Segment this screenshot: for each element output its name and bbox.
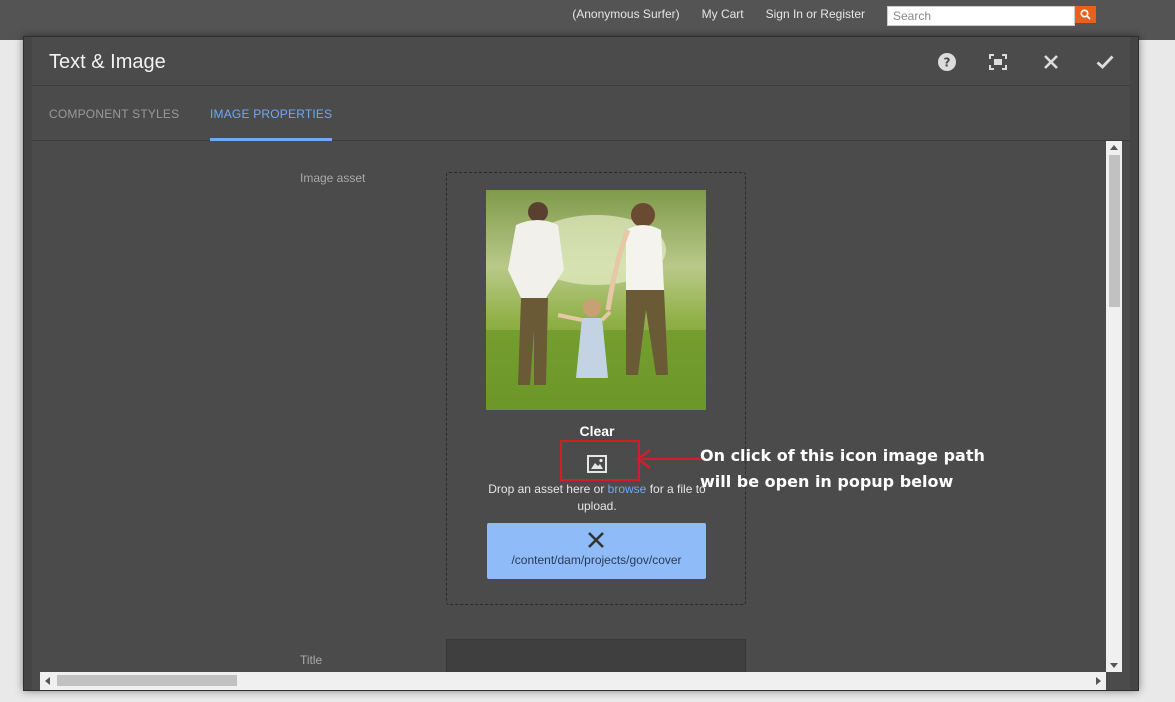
- horizontal-scrollbar[interactable]: [40, 672, 1106, 690]
- close-icon[interactable]: [586, 530, 606, 550]
- image-asset-label: Image asset: [300, 171, 366, 185]
- fullscreen-button[interactable]: [987, 51, 1009, 73]
- done-button[interactable]: [1094, 51, 1116, 73]
- search-input[interactable]: [887, 6, 1075, 26]
- dialog-title: Text & Image: [49, 51, 166, 73]
- drop-text-before: Drop an asset here or: [488, 482, 608, 496]
- asset-path: /content/dam/projects/gov/cover: [511, 553, 682, 567]
- vertical-scrollbar[interactable]: [1106, 141, 1122, 672]
- image-icon[interactable]: [587, 455, 607, 473]
- family-photo: [486, 190, 706, 410]
- anonymous-user-link[interactable]: (Anonymous Surfer): [572, 7, 679, 21]
- image-properties-panel: Image asset Clear Drop an asset here or …: [32, 141, 1114, 672]
- dialog-tabs: COMPONENT STYLES IMAGE PROPERTIES: [32, 86, 1130, 141]
- tab-image-properties[interactable]: IMAGE PROPERTIES: [210, 86, 333, 141]
- image-preview: [486, 190, 706, 410]
- horizontal-scroll-thumb[interactable]: [57, 675, 237, 686]
- scroll-right-icon[interactable]: [1096, 677, 1101, 685]
- scroll-left-icon[interactable]: [45, 677, 50, 685]
- drop-instructions: Drop an asset here or browse for a file …: [467, 481, 727, 515]
- search-button[interactable]: [1075, 6, 1096, 23]
- cancel-button[interactable]: [1040, 51, 1062, 73]
- tab-component-styles[interactable]: COMPONENT STYLES: [49, 86, 179, 141]
- browse-link[interactable]: browse: [608, 482, 647, 496]
- scroll-down-icon[interactable]: [1110, 663, 1118, 668]
- annotation-line-2: will be open in popup below: [700, 472, 954, 491]
- help-button[interactable]: ?: [936, 51, 958, 73]
- dialog-body: Text & Image ? COMPONENT STYLES IMAGE PR…: [32, 37, 1130, 690]
- clear-button[interactable]: Clear: [447, 423, 747, 439]
- title-label: Title: [300, 653, 323, 667]
- annotation-arrow-icon: [635, 449, 702, 469]
- annotation-callout: On click of this icon image path will be…: [700, 443, 1000, 495]
- sign-in-link[interactable]: Sign In or Register: [766, 7, 865, 21]
- asset-path-chip: /content/dam/projects/gov/cover: [487, 523, 706, 579]
- dialog-header: Text & Image ?: [32, 37, 1130, 86]
- vertical-scroll-thumb[interactable]: [1109, 155, 1120, 307]
- my-cart-link[interactable]: My Cart: [702, 7, 744, 21]
- close-icon: [1044, 55, 1058, 69]
- annotation-line-1: On click of this icon image path: [700, 446, 985, 465]
- help-icon: ?: [938, 53, 956, 71]
- site-header-bar: (Anonymous Surfer) My Cart Sign In or Re…: [0, 0, 1175, 40]
- site-header-links: (Anonymous Surfer) My Cart Sign In or Re…: [572, 7, 865, 21]
- scroll-up-icon[interactable]: [1110, 145, 1118, 150]
- image-dropzone[interactable]: Clear Drop an asset here or browse for a…: [446, 172, 746, 605]
- svg-text:?: ?: [944, 56, 951, 70]
- text-image-dialog: Text & Image ? COMPONENT STYLES IMAGE PR…: [23, 36, 1139, 691]
- fullscreen-icon: [989, 54, 1007, 70]
- title-field[interactable]: [446, 639, 746, 672]
- check-icon: [1096, 55, 1114, 69]
- search-icon: [1080, 9, 1091, 20]
